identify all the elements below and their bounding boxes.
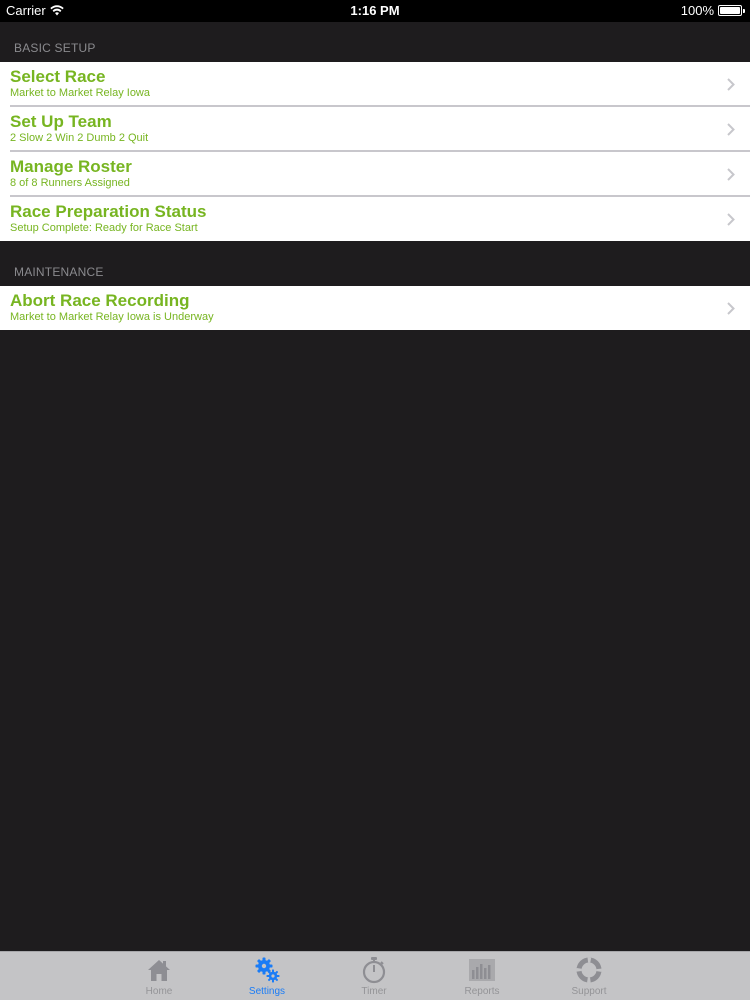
tab-settings[interactable]: Settings [227,952,307,1000]
tab-support[interactable]: Support [549,952,629,1000]
section-header-basic-setup: BASIC SETUP [14,41,96,55]
section-header-maintenance: MAINTENANCE [14,265,104,279]
chevron-right-icon [727,78,735,91]
cell-title: Set Up Team [10,112,112,131]
abort-race-recording-cell[interactable]: Abort Race Recording Market to Market Re… [0,286,750,331]
manage-roster-cell[interactable]: Manage Roster 8 of 8 Runners Assigned [0,152,750,197]
race-preparation-status-cell[interactable]: Race Preparation Status Setup Complete: … [0,197,750,242]
chevron-right-icon [727,168,735,181]
cell-title: Manage Roster [10,157,132,176]
battery-percentage: 100% [680,3,714,18]
tab-bar: Home Settings Timer Reports Support [0,951,750,1000]
status-bar: Carrier 1:16 PM 100% [0,0,750,22]
select-race-cell[interactable]: Select Race Market to Market Relay Iowa [0,62,750,107]
chevron-right-icon [727,123,735,136]
status-time: 1:16 PM [350,3,400,18]
tab-label: Timer [361,986,387,997]
bar-chart-icon [469,959,495,981]
tab-timer[interactable]: Timer [334,952,414,1000]
cell-title: Select Race [10,67,106,86]
battery-indicator: 100% [680,3,745,18]
basic-setup-group: Select Race Market to Market Relay Iowa … [0,62,750,241]
tab-reports[interactable]: Reports [442,952,522,1000]
house-icon [148,960,170,981]
tab-home[interactable]: Home [119,952,199,1000]
chevron-right-icon [727,302,735,315]
tab-label: Support [571,986,607,997]
tab-label: Reports [464,986,500,997]
cell-title: Race Preparation Status [10,202,207,221]
tab-label: Home [145,986,173,997]
set-up-team-cell[interactable]: Set Up Team 2 Slow 2 Win 2 Dumb 2 Quit [0,107,750,152]
cell-subtitle: Market to Market Relay Iowa [10,87,150,99]
cell-subtitle: 2 Slow 2 Win 2 Dumb 2 Quit [10,132,149,144]
chevron-right-icon [727,213,735,226]
cell-title: Abort Race Recording [10,291,190,310]
stopwatch-icon [362,957,386,984]
cell-subtitle: 8 of 8 Runners Assigned [10,177,130,189]
cell-subtitle: Setup Complete: Ready for Race Start [10,222,198,234]
tab-label: Settings [248,986,286,997]
cell-subtitle: Market to Market Relay Iowa is Underway [10,311,214,323]
battery-icon [718,5,745,16]
maintenance-group: Abort Race Recording Market to Market Re… [0,286,750,330]
lifebuoy-icon [576,957,602,983]
gears-icon [255,957,280,983]
